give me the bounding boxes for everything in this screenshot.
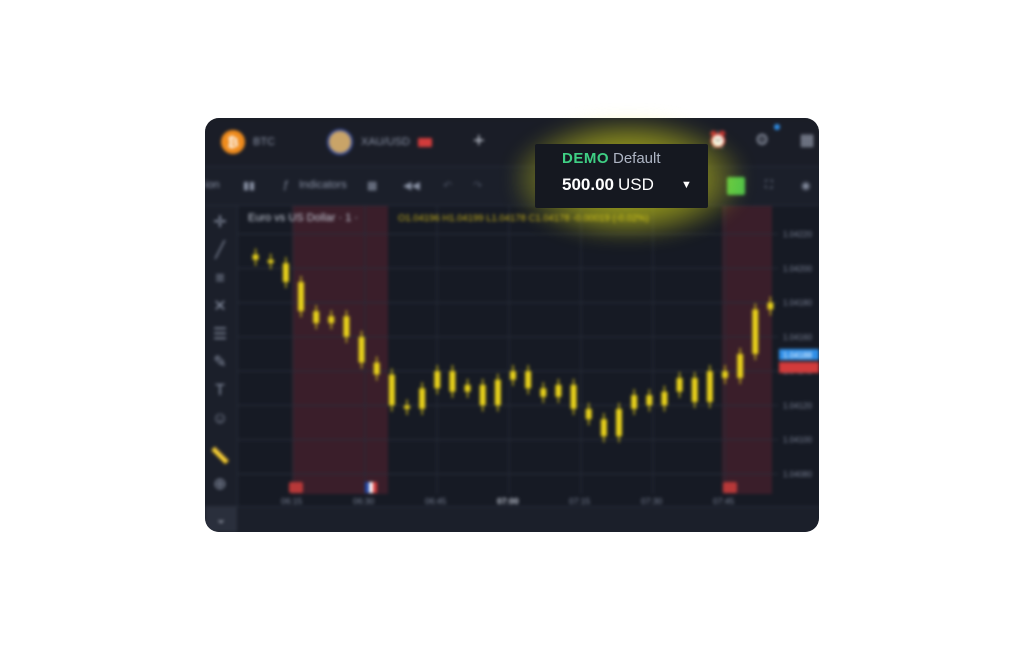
settings-icon[interactable]: ⚙ (753, 132, 771, 150)
account-name-line: DEMO Default (562, 150, 661, 167)
candle-body (388, 374, 395, 406)
zoom-icon[interactable]: ⊕ (209, 474, 231, 496)
chart-title: Euro vs US Dollar · 1 · (248, 212, 358, 224)
channel-icon[interactable]: ≡ (209, 268, 231, 290)
candle-body (555, 384, 562, 397)
candle-body (767, 302, 774, 310)
notification-dot (774, 124, 780, 130)
account-mode-label: DEMO (562, 150, 609, 167)
time-axis-label: 06:45 (425, 496, 447, 506)
bid-price-label: 1.04188 (783, 351, 812, 360)
time-axis-label: 06:15 (281, 496, 303, 506)
candle-body (479, 384, 486, 406)
candle-body (282, 263, 289, 282)
emoji-icon[interactable]: ☺ (209, 408, 231, 430)
candle-body (661, 391, 668, 406)
candle-body (464, 384, 471, 392)
session-shade-2 (722, 206, 772, 494)
candle-body (752, 309, 759, 354)
price-axis-label: 1.04100 (783, 436, 812, 445)
candle-body (600, 419, 607, 437)
layout-icon[interactable]: ▩ (367, 179, 377, 192)
candle-body (570, 384, 577, 409)
candle-type-icon[interactable]: ▮▮ (243, 179, 255, 192)
indicators-icon[interactable]: ƒ (283, 179, 289, 191)
bottom-bar (205, 506, 819, 532)
candle-body (691, 378, 698, 402)
candle-body (298, 282, 304, 312)
price-axis-label: 1.04160 (783, 333, 812, 342)
candle-body (706, 371, 713, 402)
pattern-icon[interactable]: ✕ (209, 296, 231, 318)
candle-body (646, 395, 653, 406)
candle-body (434, 371, 441, 389)
candle-body (252, 254, 259, 260)
event-marker-icon[interactable] (723, 482, 737, 493)
balance-amount: 500.00 (562, 175, 614, 194)
time-axis-label: 06:30 (353, 496, 375, 506)
apps-grid-icon[interactable]: ▦ (798, 132, 816, 150)
xau-coin-icon (327, 129, 353, 155)
candle-body (494, 379, 501, 406)
candle-body (373, 362, 380, 375)
price-axis-label: 1.04080 (783, 470, 812, 479)
candle-body (419, 388, 426, 409)
account-balance-line: 500.00 USD (562, 175, 654, 195)
btc-coin-icon: ₿ (221, 130, 245, 154)
undo-icon[interactable]: ↶ (443, 179, 452, 192)
flag-badge-icon (417, 137, 432, 147)
candle-body (510, 371, 516, 380)
price-axis-label: 1.04180 (783, 299, 812, 308)
eye-icon[interactable]: ◉ (801, 179, 811, 192)
tab-xauusd[interactable]: XAU/USD (327, 129, 432, 155)
candle-body (525, 371, 532, 389)
fullscreen-icon[interactable]: ⛶ (765, 179, 773, 192)
candle-body (540, 388, 547, 397)
fib-icon[interactable]: ☰ (209, 324, 231, 346)
candle-body (313, 311, 320, 324)
candle-body (616, 408, 622, 437)
session-shade-1 (292, 206, 388, 494)
time-axis-label: 07:30 (641, 496, 663, 506)
candle-body (358, 336, 365, 363)
candle-body (328, 316, 335, 324)
event-marker-icon[interactable] (289, 482, 303, 493)
text-tool-icon[interactable]: T (209, 380, 231, 402)
time-axis-label: 07:45 (713, 496, 735, 506)
replay-icon[interactable]: ◀◀ (403, 179, 420, 192)
collapse-toolbar-icon[interactable]: ⌄ (205, 506, 237, 532)
candle-body (737, 354, 744, 378)
candle-body (343, 316, 350, 337)
price-chart[interactable]: 1.042201.042001.041801.041601.041401.041… (238, 206, 819, 506)
redo-icon[interactable]: ↷ (473, 179, 482, 192)
tab-xauusd-label: XAU/USD (361, 136, 410, 148)
dropdown-caret-icon[interactable]: ▼ (681, 179, 692, 191)
candle-body (449, 371, 456, 392)
ruler-icon[interactable]: 📏 (209, 446, 231, 468)
candle-body (676, 378, 683, 392)
france-flag-icon[interactable] (365, 482, 377, 493)
brush-icon[interactable]: ✎ (209, 352, 231, 374)
account-name-label: Default (613, 150, 661, 167)
trend-line-icon[interactable]: ╱ (209, 240, 231, 262)
crosshair-icon[interactable]: ✛ (209, 212, 231, 234)
indicators-button[interactable]: Indicators (299, 179, 347, 191)
tab-btc[interactable]: ₿ BTC (221, 130, 275, 154)
account-balance-selector[interactable]: DEMO Default 500.00 USD ▼ (535, 144, 708, 208)
drawing-tools-bar: ✛ ╱ ≡ ✕ ☰ ✎ T ☺ 📏 ⊕ (205, 206, 238, 506)
candle-body (631, 395, 638, 409)
balance-currency: USD (618, 175, 654, 194)
candle-body (722, 371, 728, 378)
price-axis-label: 1.04120 (783, 401, 812, 410)
toolbar-fragment: ion (205, 179, 220, 191)
add-tab-icon[interactable]: + (473, 130, 485, 153)
candle-body (585, 408, 592, 420)
tab-btc-label: BTC (253, 136, 275, 148)
time-axis-label: 07:00 (497, 496, 519, 506)
candle-body (267, 259, 274, 264)
price-axis-label: 1.04220 (783, 230, 812, 239)
candle-body (404, 405, 410, 409)
price-axis-label: 1.04200 (783, 264, 812, 273)
time-axis-label: 07:15 (569, 496, 591, 506)
